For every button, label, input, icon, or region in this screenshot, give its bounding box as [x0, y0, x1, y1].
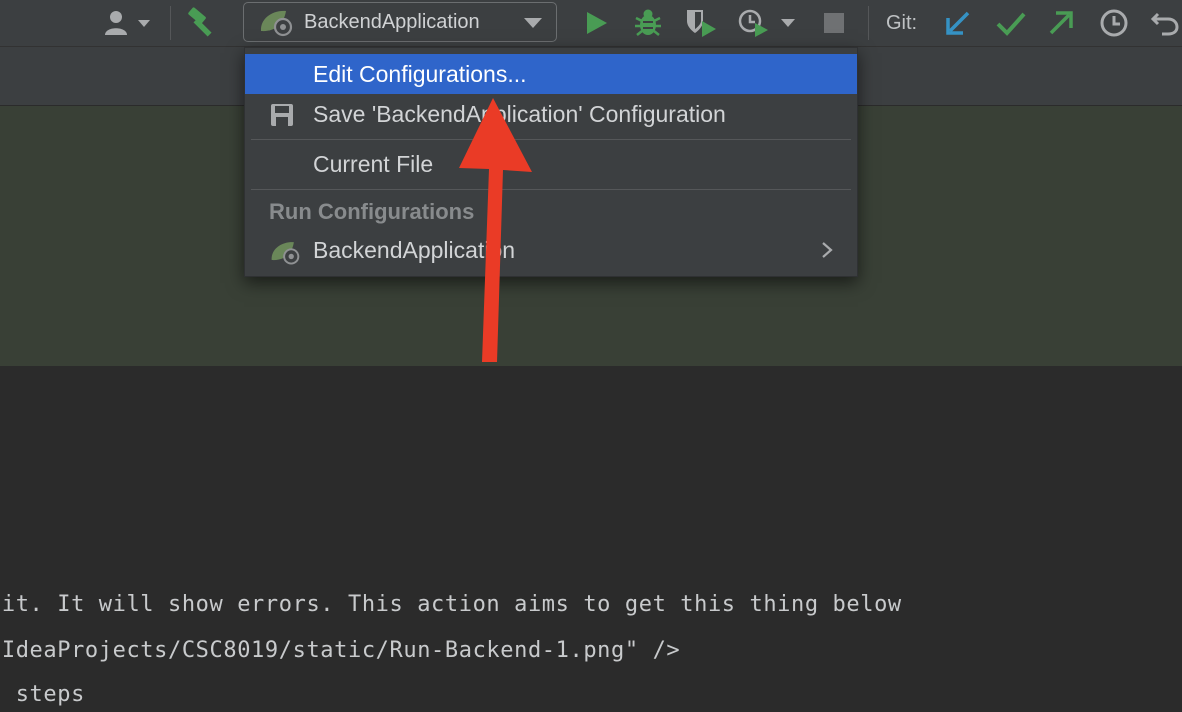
rollback-icon: [1150, 12, 1179, 36]
hammer-icon: [188, 7, 212, 37]
code-editor[interactable]: git. It will show errors. This action ai…: [0, 366, 1182, 712]
run-with-coverage-button[interactable]: [684, 0, 718, 46]
main-toolbar: BackendApplication Git:: [0, 0, 1182, 47]
run-button[interactable]: [584, 0, 610, 46]
user-menu-button[interactable]: [102, 0, 156, 46]
rollback-button[interactable]: [1150, 0, 1180, 46]
history-button[interactable]: [1098, 0, 1130, 46]
save-icon: [271, 104, 293, 126]
chevron-down-icon: [524, 18, 542, 28]
stop-button[interactable]: [822, 0, 846, 46]
profile-button[interactable]: [737, 0, 801, 46]
code-line: g steps: [0, 682, 85, 707]
code-line: git. It will show errors. This action ai…: [0, 592, 902, 617]
spring-boot-icon: [271, 242, 300, 265]
coverage-icon: [687, 10, 716, 37]
menu-item-edit-configurations[interactable]: Edit Configurations...: [245, 54, 857, 94]
git-update-button[interactable]: [943, 0, 973, 46]
git-commit-button[interactable]: [995, 0, 1027, 46]
run-configuration-selector[interactable]: BackendApplication: [243, 2, 557, 42]
debug-button[interactable]: [633, 0, 663, 46]
git-push-button[interactable]: [1046, 0, 1076, 46]
debug-icon: [635, 9, 661, 36]
toolbar-separator: [868, 6, 869, 40]
build-button[interactable]: [186, 0, 220, 46]
git-push-icon: [1049, 11, 1073, 35]
history-icon: [1100, 9, 1128, 37]
menu-separator: [251, 139, 851, 140]
run-configuration-label: BackendApplication: [304, 10, 480, 33]
run-configuration-dropdown: Edit Configurations... Save 'BackendAppl…: [244, 47, 858, 277]
code-line: /IdeaProjects/CSC8019/static/Run-Backend…: [0, 638, 681, 663]
menu-item-current-file[interactable]: Current File: [245, 144, 857, 184]
user-icon: [105, 11, 150, 35]
menu-item-save-configuration[interactable]: Save 'BackendApplication' Configuration: [245, 94, 857, 134]
profile-icon: [738, 9, 795, 37]
stop-icon: [824, 13, 844, 33]
chevron-right-icon: [822, 242, 833, 258]
git-label: Git:: [886, 11, 918, 34]
spring-boot-icon: [260, 10, 293, 37]
git-update-icon: [946, 11, 970, 35]
menu-section-run-configurations: Run Configurations: [269, 199, 475, 224]
git-commit-icon: [996, 12, 1026, 36]
menu-separator: [251, 189, 851, 190]
toolbar-separator: [170, 6, 171, 40]
menu-item-backend-application[interactable]: BackendApplication: [245, 230, 857, 270]
run-icon: [587, 12, 607, 34]
